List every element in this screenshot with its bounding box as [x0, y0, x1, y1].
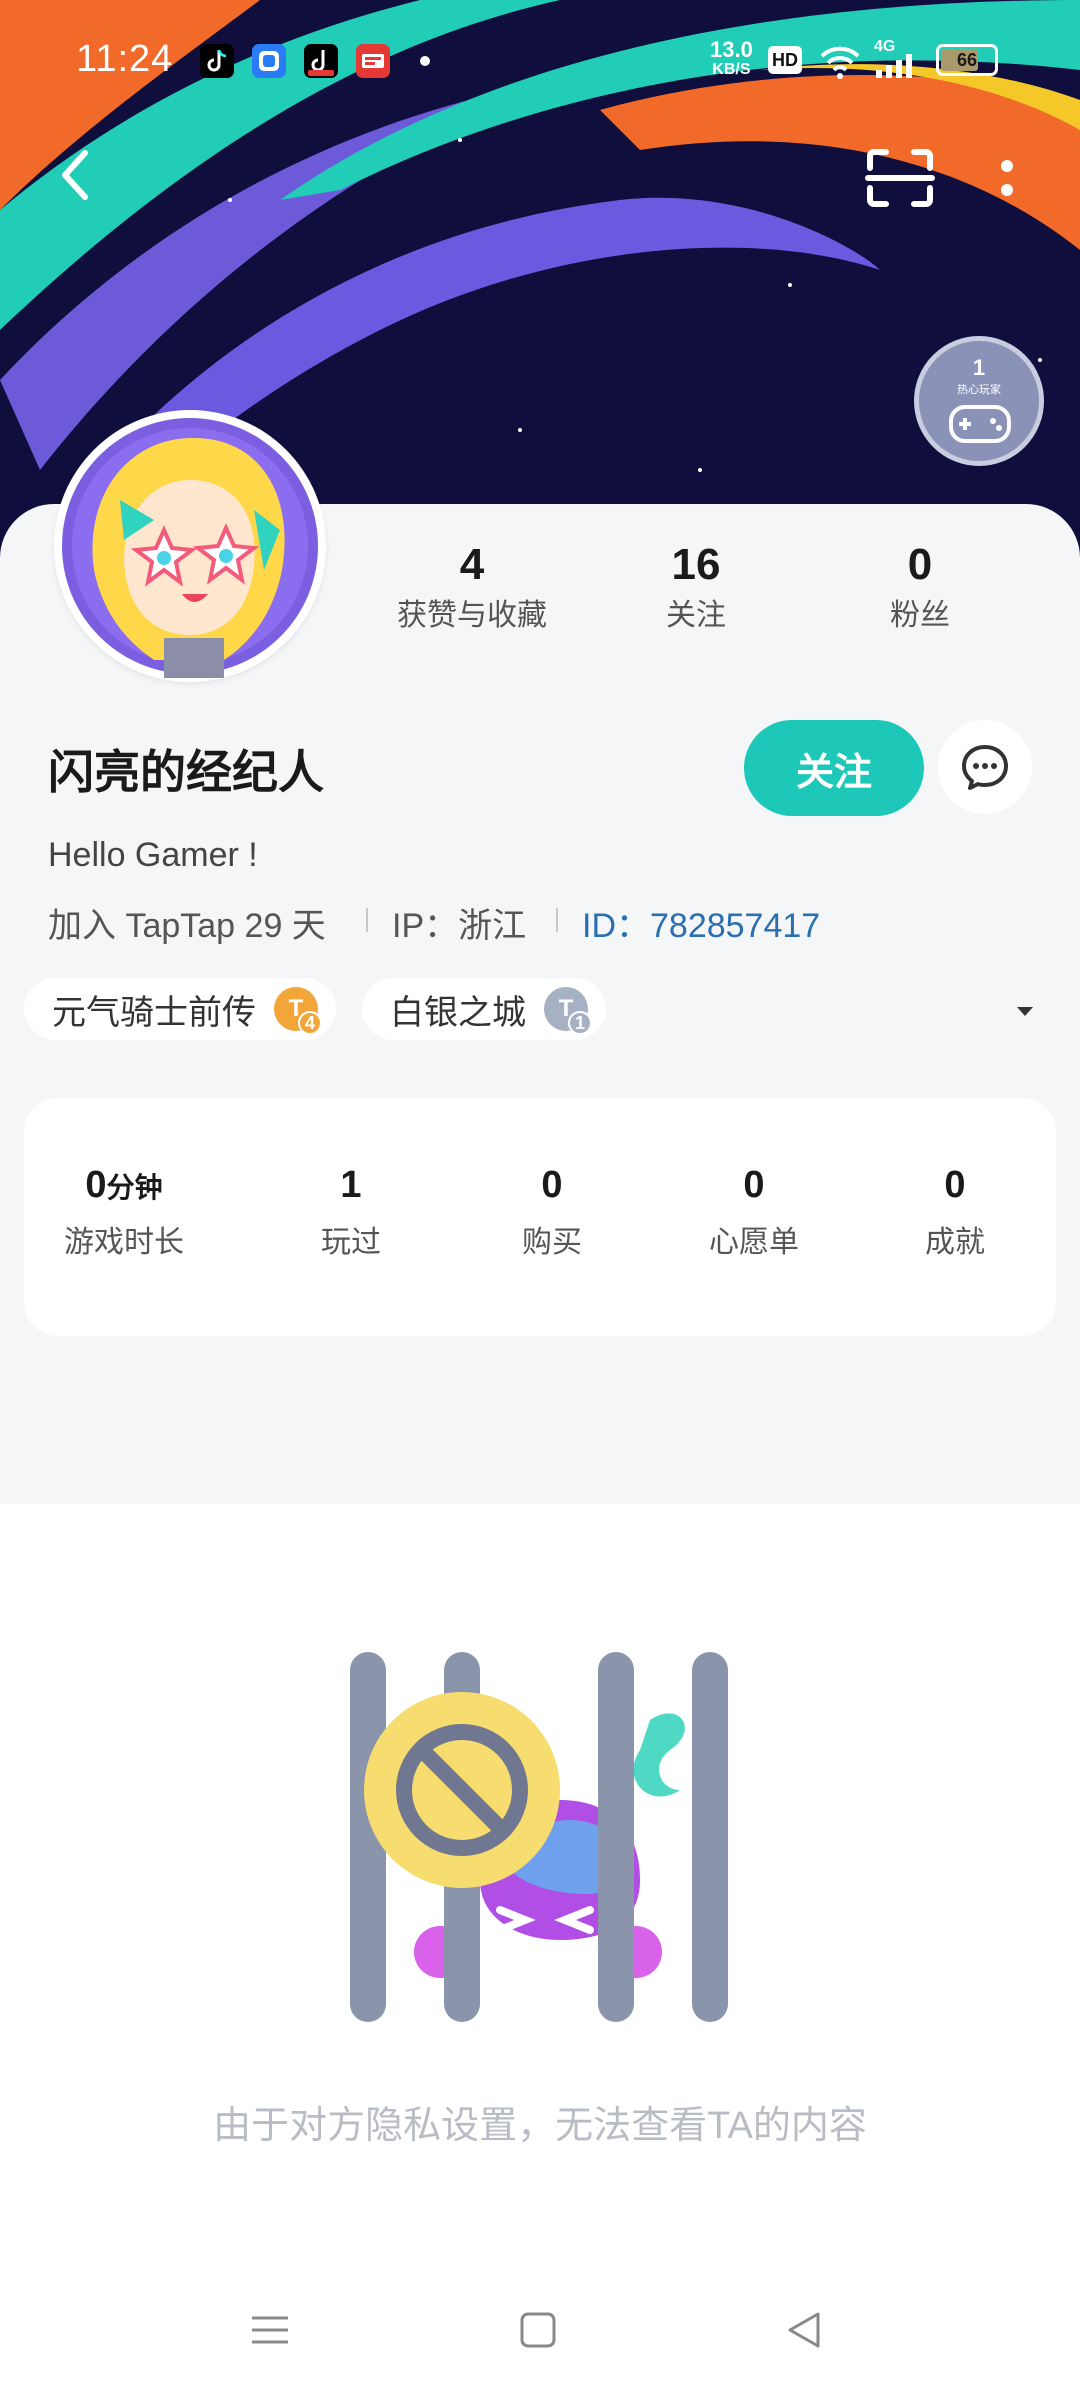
- stat-following[interactable]: 16 关注: [616, 540, 776, 634]
- summary-value: 1: [340, 1164, 362, 1206]
- back-button[interactable]: [44, 140, 104, 210]
- back-arrow-icon: [62, 150, 88, 200]
- network-speed-value: 13.0: [710, 37, 753, 62]
- level-badge-number: 4: [298, 1011, 322, 1035]
- player-badge[interactable]: 1 热心玩家: [914, 336, 1044, 466]
- back-nav-button[interactable]: [782, 2308, 826, 2352]
- player-badge-count: 1: [972, 355, 986, 380]
- level-badge-icon: T1: [544, 987, 592, 1035]
- summary-play-time[interactable]: 0分钟 游戏时长: [24, 1164, 224, 1261]
- scan-icon: [865, 149, 935, 207]
- summary-value: 0: [944, 1164, 966, 1206]
- expand-games-button[interactable]: [1010, 996, 1040, 1026]
- summary-label: 游戏时长: [64, 1226, 184, 1259]
- summary-label: 玩过: [321, 1226, 381, 1259]
- browser-notification-icon: [252, 44, 286, 78]
- summary-played[interactable]: 1 玩过: [251, 1164, 451, 1261]
- summary-value: 0: [743, 1164, 765, 1206]
- summary-label: 成就: [925, 1226, 985, 1259]
- game-chip[interactable]: 白银之城 T1: [362, 978, 606, 1040]
- home-nav-button[interactable]: [518, 2310, 558, 2350]
- summary-unit: 分钟: [106, 1172, 163, 1203]
- avatar-character-image: [62, 418, 318, 678]
- username: 闪亮的经纪人: [48, 746, 324, 798]
- menu-nav-button[interactable]: [250, 2310, 290, 2350]
- user-id-label: ID：: [582, 907, 650, 945]
- network-speed: 13.0 KB/S: [710, 37, 753, 80]
- battery-level: 66: [956, 50, 978, 70]
- level-badge-number: 1: [568, 1011, 592, 1035]
- summary-label: 购买: [522, 1226, 582, 1259]
- meta-divider: [556, 908, 558, 932]
- toutiao-notification-icon: [356, 44, 390, 78]
- stat-label: 获赞与收藏: [397, 599, 547, 632]
- bio: Hello Gamer !: [48, 836, 258, 874]
- summary-wishlist[interactable]: 0 心愿单: [654, 1164, 854, 1261]
- scan-button[interactable]: [864, 146, 936, 210]
- level-badge-icon: T4: [274, 987, 322, 1035]
- stat-value: 4: [459, 540, 485, 589]
- player-badge-label: 热心玩家: [957, 384, 1001, 396]
- user-id[interactable]: ID：782857417: [582, 898, 820, 947]
- stat-value: 0: [907, 540, 933, 589]
- dropdown-triangle-icon: [1017, 1007, 1033, 1016]
- more-notifications-dot: [420, 56, 430, 66]
- ip-location: IP：浙江: [392, 907, 527, 945]
- message-button[interactable]: [938, 720, 1032, 814]
- hd-icon: HD: [768, 46, 802, 74]
- privacy-message: 由于对方隐私设置，无法查看TA的内容: [213, 2105, 867, 2147]
- stat-label: 粉丝: [890, 599, 950, 632]
- follow-button[interactable]: 关注: [744, 720, 924, 816]
- gamepad-icon: [949, 405, 1011, 443]
- stat-value: 16: [671, 540, 721, 589]
- tiktok-lite-notification-icon: [304, 44, 338, 78]
- wifi-icon: [818, 42, 862, 87]
- game-chip-name: 白银之城: [390, 993, 526, 1032]
- battery-icon: 66: [936, 44, 998, 76]
- summary-purchased[interactable]: 0 购买: [452, 1164, 652, 1261]
- home-square-icon: [520, 2312, 556, 2348]
- user-id-value: 782857417: [650, 907, 821, 945]
- summary-value: 0: [85, 1164, 107, 1206]
- avatar[interactable]: [54, 410, 326, 682]
- meta-divider: [366, 908, 368, 932]
- signal-icon: [876, 54, 922, 83]
- back-triangle-icon: [788, 2312, 820, 2348]
- network-speed-unit: KB/S: [712, 61, 751, 78]
- chat-bubble-icon: [962, 745, 1008, 790]
- game-summary-card: 0分钟 游戏时长 1 玩过 0 购买 0 心愿单 0 成就: [24, 1098, 1056, 1336]
- join-duration: 加入 TapTap 29 天: [48, 907, 326, 945]
- more-vertical-icon: [1001, 160, 1013, 196]
- stat-followers[interactable]: 0 粉丝: [840, 540, 1000, 634]
- summary-achievements[interactable]: 0 成就: [855, 1164, 1055, 1261]
- game-chip[interactable]: 元气骑士前传 T4: [24, 978, 336, 1040]
- private-content-illustration: [340, 1640, 740, 2040]
- menu-icon: [252, 2316, 288, 2344]
- summary-label: 心愿单: [709, 1226, 799, 1259]
- more-options-button[interactable]: [992, 150, 1022, 210]
- stat-likes-favorites[interactable]: 4 获赞与收藏: [388, 540, 556, 634]
- game-chip-name: 元气骑士前传: [52, 993, 256, 1032]
- summary-value: 0: [541, 1164, 563, 1206]
- tiktok-notification-icon: [200, 44, 234, 78]
- stat-label: 关注: [666, 599, 726, 632]
- status-time: 11:24: [76, 38, 174, 80]
